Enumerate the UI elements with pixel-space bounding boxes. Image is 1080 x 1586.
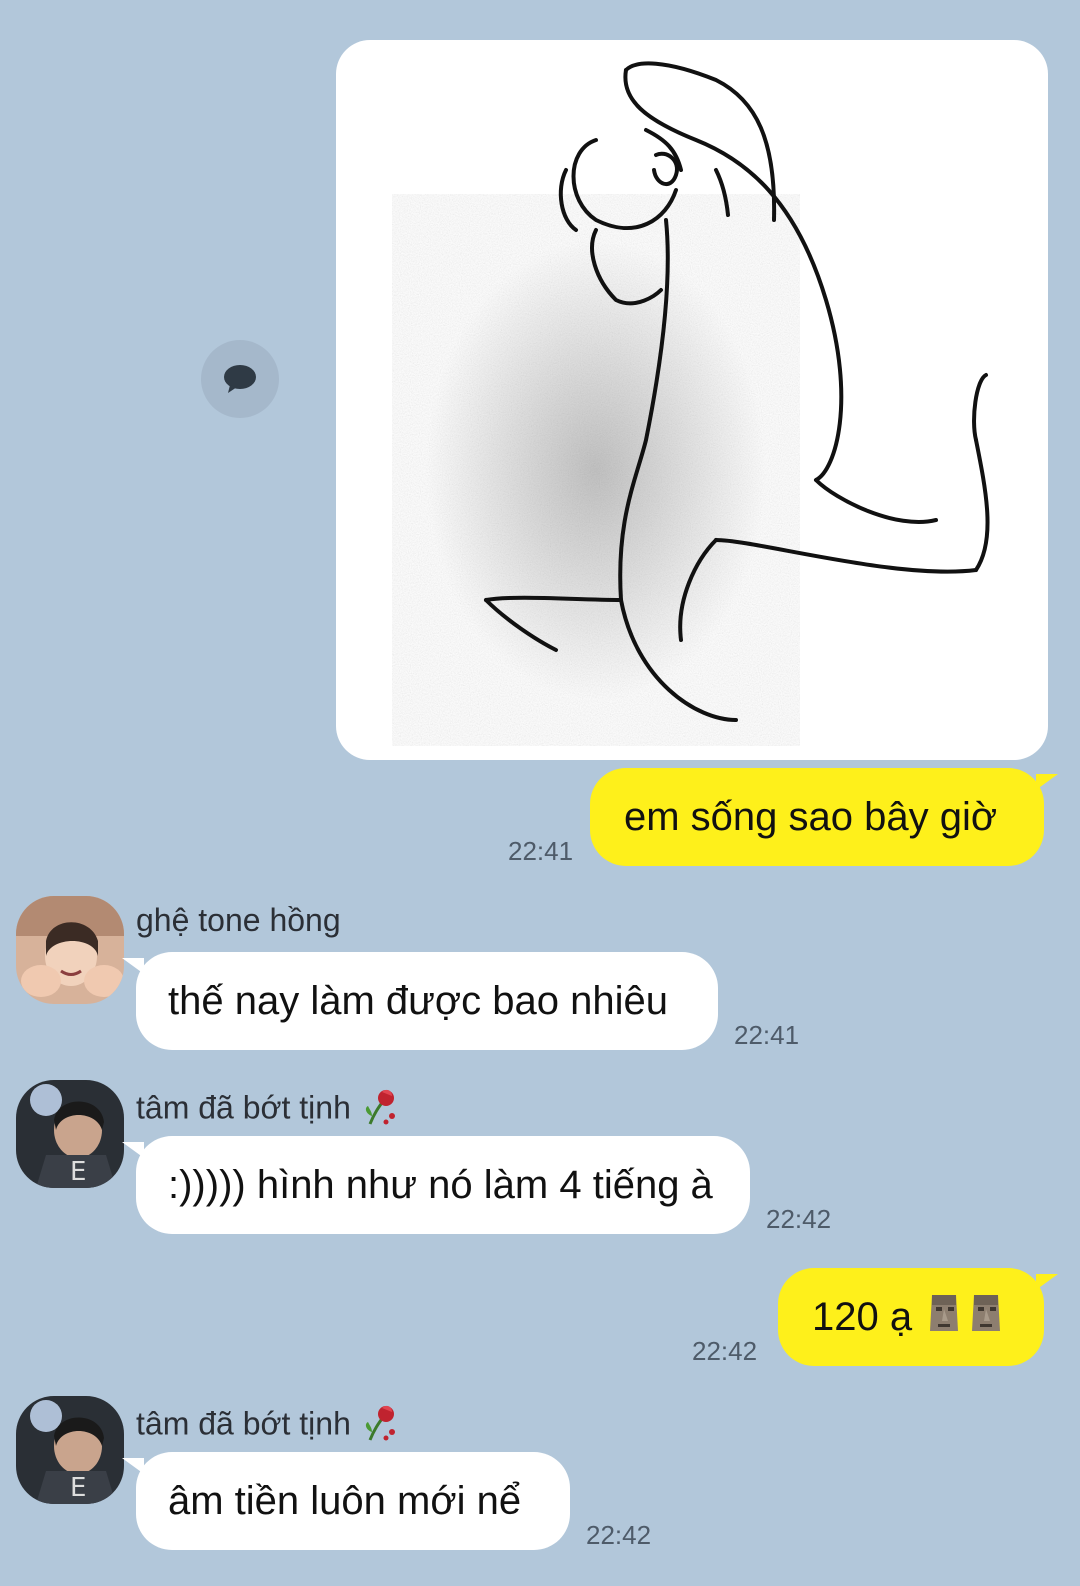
message-time: 22:41 xyxy=(734,1020,800,1050)
message-text: em sống sao bây giờ xyxy=(624,795,998,839)
svg-text:E: E xyxy=(70,1473,86,1503)
avatar[interactable]: E xyxy=(16,1396,124,1504)
bubble-tail xyxy=(1036,774,1058,790)
bubble-tail xyxy=(122,958,144,974)
profile-photo-icon: E xyxy=(16,1396,124,1504)
message-time: 22:42 xyxy=(692,1336,758,1366)
sender-name-text: tâm đã bớt tịnh xyxy=(136,1089,351,1126)
message-text: 120 ạ xyxy=(812,1295,913,1339)
moai-icon xyxy=(926,1291,962,1344)
wilted-rose-icon xyxy=(360,1402,398,1450)
sender-name-text: tâm đã bớt tịnh xyxy=(136,1405,351,1442)
message-time: 22:41 xyxy=(508,836,574,866)
bubble-tail xyxy=(122,1142,144,1158)
sender-name: tâm đã bớt tịnh xyxy=(136,1086,398,1134)
their-message-bubble[interactable]: :))))) hình như nó làm 4 tiếng à xyxy=(136,1136,750,1234)
message-text: :))))) hình như nó làm 4 tiếng à xyxy=(168,1163,713,1207)
sender-name: tâm đã bớt tịnh xyxy=(136,1402,398,1450)
their-message-bubble[interactable]: thế nay làm được bao nhiêu xyxy=(136,952,718,1050)
my-message-bubble[interactable]: em sống sao bây giờ xyxy=(590,768,1044,866)
message-time: 22:42 xyxy=(766,1204,832,1234)
bubble-tail xyxy=(122,1458,144,1474)
message-text: thế nay làm được bao nhiêu xyxy=(168,979,668,1023)
message-time: 22:42 xyxy=(586,1520,652,1550)
moai-icon xyxy=(968,1291,1004,1344)
my-message-bubble[interactable]: 120 ạ xyxy=(778,1268,1044,1366)
share-bubble-button[interactable] xyxy=(201,340,279,418)
sender-name: ghệ tone hồng xyxy=(136,902,341,938)
speech-bubble-icon xyxy=(224,365,256,393)
their-message-bubble[interactable]: âm tiền luôn mới nể xyxy=(136,1452,570,1550)
wilted-rose-icon xyxy=(360,1086,398,1134)
bubble-tail xyxy=(1036,1274,1058,1290)
profile-photo-icon: E xyxy=(16,1080,124,1188)
stick-figure-drawing-icon xyxy=(426,61,990,722)
image-message[interactable] xyxy=(336,40,1048,760)
svg-text:E: E xyxy=(70,1157,86,1187)
avatar[interactable] xyxy=(16,896,124,1004)
avatar[interactable]: E xyxy=(16,1080,124,1188)
message-text: âm tiền luôn mới nể xyxy=(168,1479,522,1523)
profile-photo-icon xyxy=(16,896,124,1004)
